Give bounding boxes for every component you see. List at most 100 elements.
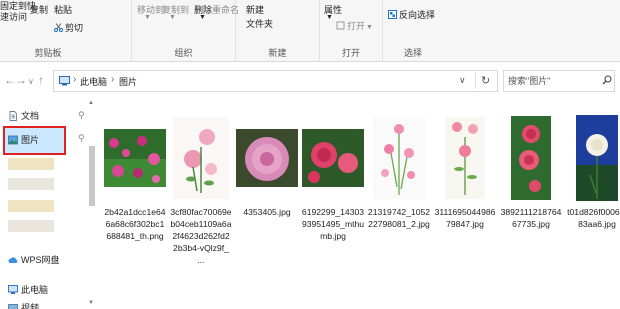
breadcrumb-separator-icon: › — [111, 74, 115, 85]
blurred-nav-item — [8, 220, 54, 232]
image-thumbnail — [565, 112, 620, 204]
file-name: 3111695044986 79847.jpg — [433, 206, 497, 230]
file-item[interactable]: t01d826f00068f 83aa6.jpg — [565, 112, 620, 230]
scroll-up-icon[interactable]: ▲ — [88, 100, 94, 106]
image-thumbnail — [499, 112, 563, 204]
paste-button[interactable]: 粘贴 — [54, 3, 72, 16]
recent-dropdown-icon[interactable]: ∨ — [28, 75, 34, 89]
copy-button[interactable]: 复制 — [30, 3, 48, 16]
file-name-line: 2f4623d262fd2 — [172, 231, 230, 241]
search-icon[interactable] — [602, 75, 612, 87]
file-name-line: 67735.jpg — [512, 219, 550, 229]
select-group-label: 选择 — [403, 48, 422, 58]
scissors-icon — [54, 23, 63, 32]
cloud-icon — [8, 255, 18, 265]
open-group-label: 打开 — [341, 48, 360, 58]
search-box[interactable] — [503, 70, 615, 92]
nav-scroll-thumb[interactable] — [89, 146, 95, 206]
file-name: 3cf80fac70069e b04ceb1109a6a 2f4623d262f… — [169, 206, 233, 266]
image-thumbnail — [301, 112, 365, 204]
file-name-line: 6a68c6f302bc1 — [105, 219, 165, 229]
blurred-nav-item — [8, 158, 54, 170]
delete-dropdown-icon: ▼ — [199, 14, 206, 21]
pictures-folder-icon — [8, 135, 18, 145]
video-folder-icon — [8, 303, 18, 309]
file-item[interactable]: 4353405.jpg — [235, 112, 299, 218]
properties-dropdown-icon: ▼ — [326, 14, 333, 21]
nav-item-wps-cloud[interactable]: WPS网盘 — [8, 253, 60, 266]
file-item[interactable]: 21319742_1052 22798081_2.jpg — [367, 112, 431, 230]
file-name-line: 3cf80fac70069e — [170, 207, 232, 217]
navigation-bar: ← → ∨ ↑ › 此电脑 › 图片 ∨ ↻ — [0, 64, 620, 98]
select-group: 反向选择 选择 — [383, 0, 443, 62]
clipboard-group-label: 剪贴板 — [34, 48, 62, 58]
file-item[interactable]: 3111695044986 79847.jpg — [433, 112, 497, 230]
new-group: 新建 文件夹 新建 — [236, 0, 320, 62]
file-item[interactable]: 6192299_14303 93951495_mthu mb.jpg — [301, 112, 365, 242]
file-name-line: t01d826f00068f — [567, 207, 620, 217]
file-item[interactable]: 3cf80fac70069e b04ceb1109a6a 2f4623d262f… — [169, 112, 233, 266]
invert-selection-button[interactable]: 反向选择 — [388, 8, 435, 21]
image-thumbnail — [433, 112, 497, 204]
address-bar[interactable]: › 此电脑 › 图片 ∨ ↻ — [53, 70, 498, 92]
file-name: 2b42a1dcc1e64 6a68c6f302bc1 688481_th.pn… — [103, 206, 167, 242]
nav-item-videos[interactable]: 视频 — [8, 301, 39, 309]
new-folder-label: 新建 — [246, 5, 265, 15]
file-name: 21319742_1052 22798081_2.jpg — [367, 206, 431, 230]
file-name: 3892111218764 67735.jpg — [499, 206, 563, 230]
document-icon — [8, 111, 18, 121]
pin-icon[interactable]: ⚲ — [78, 133, 85, 144]
nav-item-this-pc[interactable]: 此电脑 — [8, 283, 48, 296]
file-name-line: 3892111218764 — [500, 207, 562, 217]
breadcrumb-this-pc[interactable]: 此电脑 — [80, 75, 107, 88]
address-dropdown-icon[interactable]: ∨ — [459, 75, 466, 86]
rename-button[interactable]: 重命名 — [212, 3, 239, 16]
copy-to-dropdown-icon: ▼ — [169, 14, 176, 21]
new-group-label: 新建 — [268, 48, 287, 58]
move-to-dropdown-icon: ▼ — [144, 14, 151, 21]
new-folder-label-2: 文件夹 — [246, 19, 274, 29]
cut-label: 剪切 — [65, 23, 84, 33]
open-dropdown-icon: ▼ — [366, 24, 373, 31]
nav-item-documents[interactable]: 文档 — [8, 109, 39, 122]
refresh-icon[interactable]: ↻ — [481, 74, 490, 87]
breadcrumb-pictures[interactable]: 图片 — [119, 75, 137, 88]
image-thumbnail — [103, 112, 167, 204]
nav-scrollbar[interactable]: ▲ ▼ — [88, 100, 96, 309]
copy-label: 复制 — [30, 5, 49, 15]
forward-arrow-icon[interactable]: → — [15, 73, 27, 87]
file-name-line: 6192299_14303 — [301, 207, 365, 217]
clipboard-group: 固定到快 速访问 复制 粘贴 剪切 剪贴板 — [0, 0, 132, 62]
paste-label: 粘贴 — [54, 5, 73, 15]
file-item[interactable]: 2b42a1dcc1e64 6a68c6f302bc1 688481_th.pn… — [103, 112, 167, 242]
search-input[interactable] — [508, 74, 596, 88]
rename-label: 重命名 — [212, 5, 240, 15]
cut-button[interactable]: 剪切 — [54, 21, 83, 34]
file-name-line: 22798081_2.jpg — [368, 219, 430, 229]
file-name-line: mb.jpg — [320, 231, 346, 241]
file-name-line: 83aa6.jpg — [578, 219, 616, 229]
open-file-icon — [336, 21, 345, 30]
nav-pictures-label: 图片 — [21, 135, 40, 145]
scroll-down-icon[interactable]: ▼ — [88, 300, 94, 306]
blurred-nav-item — [8, 200, 54, 212]
computer-icon — [8, 285, 18, 295]
file-name-line: ... — [197, 255, 205, 265]
new-folder-button[interactable]: 新建 文件夹 — [246, 3, 273, 31]
up-arrow-icon[interactable]: ↑ — [38, 73, 44, 87]
nav-item-pictures[interactable]: 图片 — [8, 133, 39, 146]
pin-icon[interactable]: ⚲ — [78, 110, 85, 121]
file-name-line: 21319742_1052 — [367, 207, 431, 217]
image-thumbnail — [169, 112, 233, 204]
file-name: t01d826f00068f 83aa6.jpg — [565, 206, 620, 230]
organize-group: 移动到 ▼ 复制到 ▼ 删除 ▼ 重命名 组织 — [132, 0, 239, 62]
image-thumbnail — [367, 112, 431, 204]
file-item[interactable]: 3892111218764 67735.jpg — [499, 112, 563, 230]
file-name-line: b04ceb1109a6a — [170, 219, 232, 229]
file-name-line: 2b42a1dcc1e64 — [104, 207, 166, 217]
open-button[interactable]: 打开▼ — [336, 19, 373, 32]
blurred-nav-item — [8, 178, 54, 190]
file-name-line: 4353405.jpg — [243, 207, 291, 217]
ribbon: 固定到快 速访问 复制 粘贴 剪切 剪贴板 移动到 ▼ 复制到 ▼ 删除 ▼ 重… — [0, 0, 620, 62]
file-view: 2b42a1dcc1e64 6a68c6f302bc1 688481_th.pn… — [98, 98, 620, 309]
